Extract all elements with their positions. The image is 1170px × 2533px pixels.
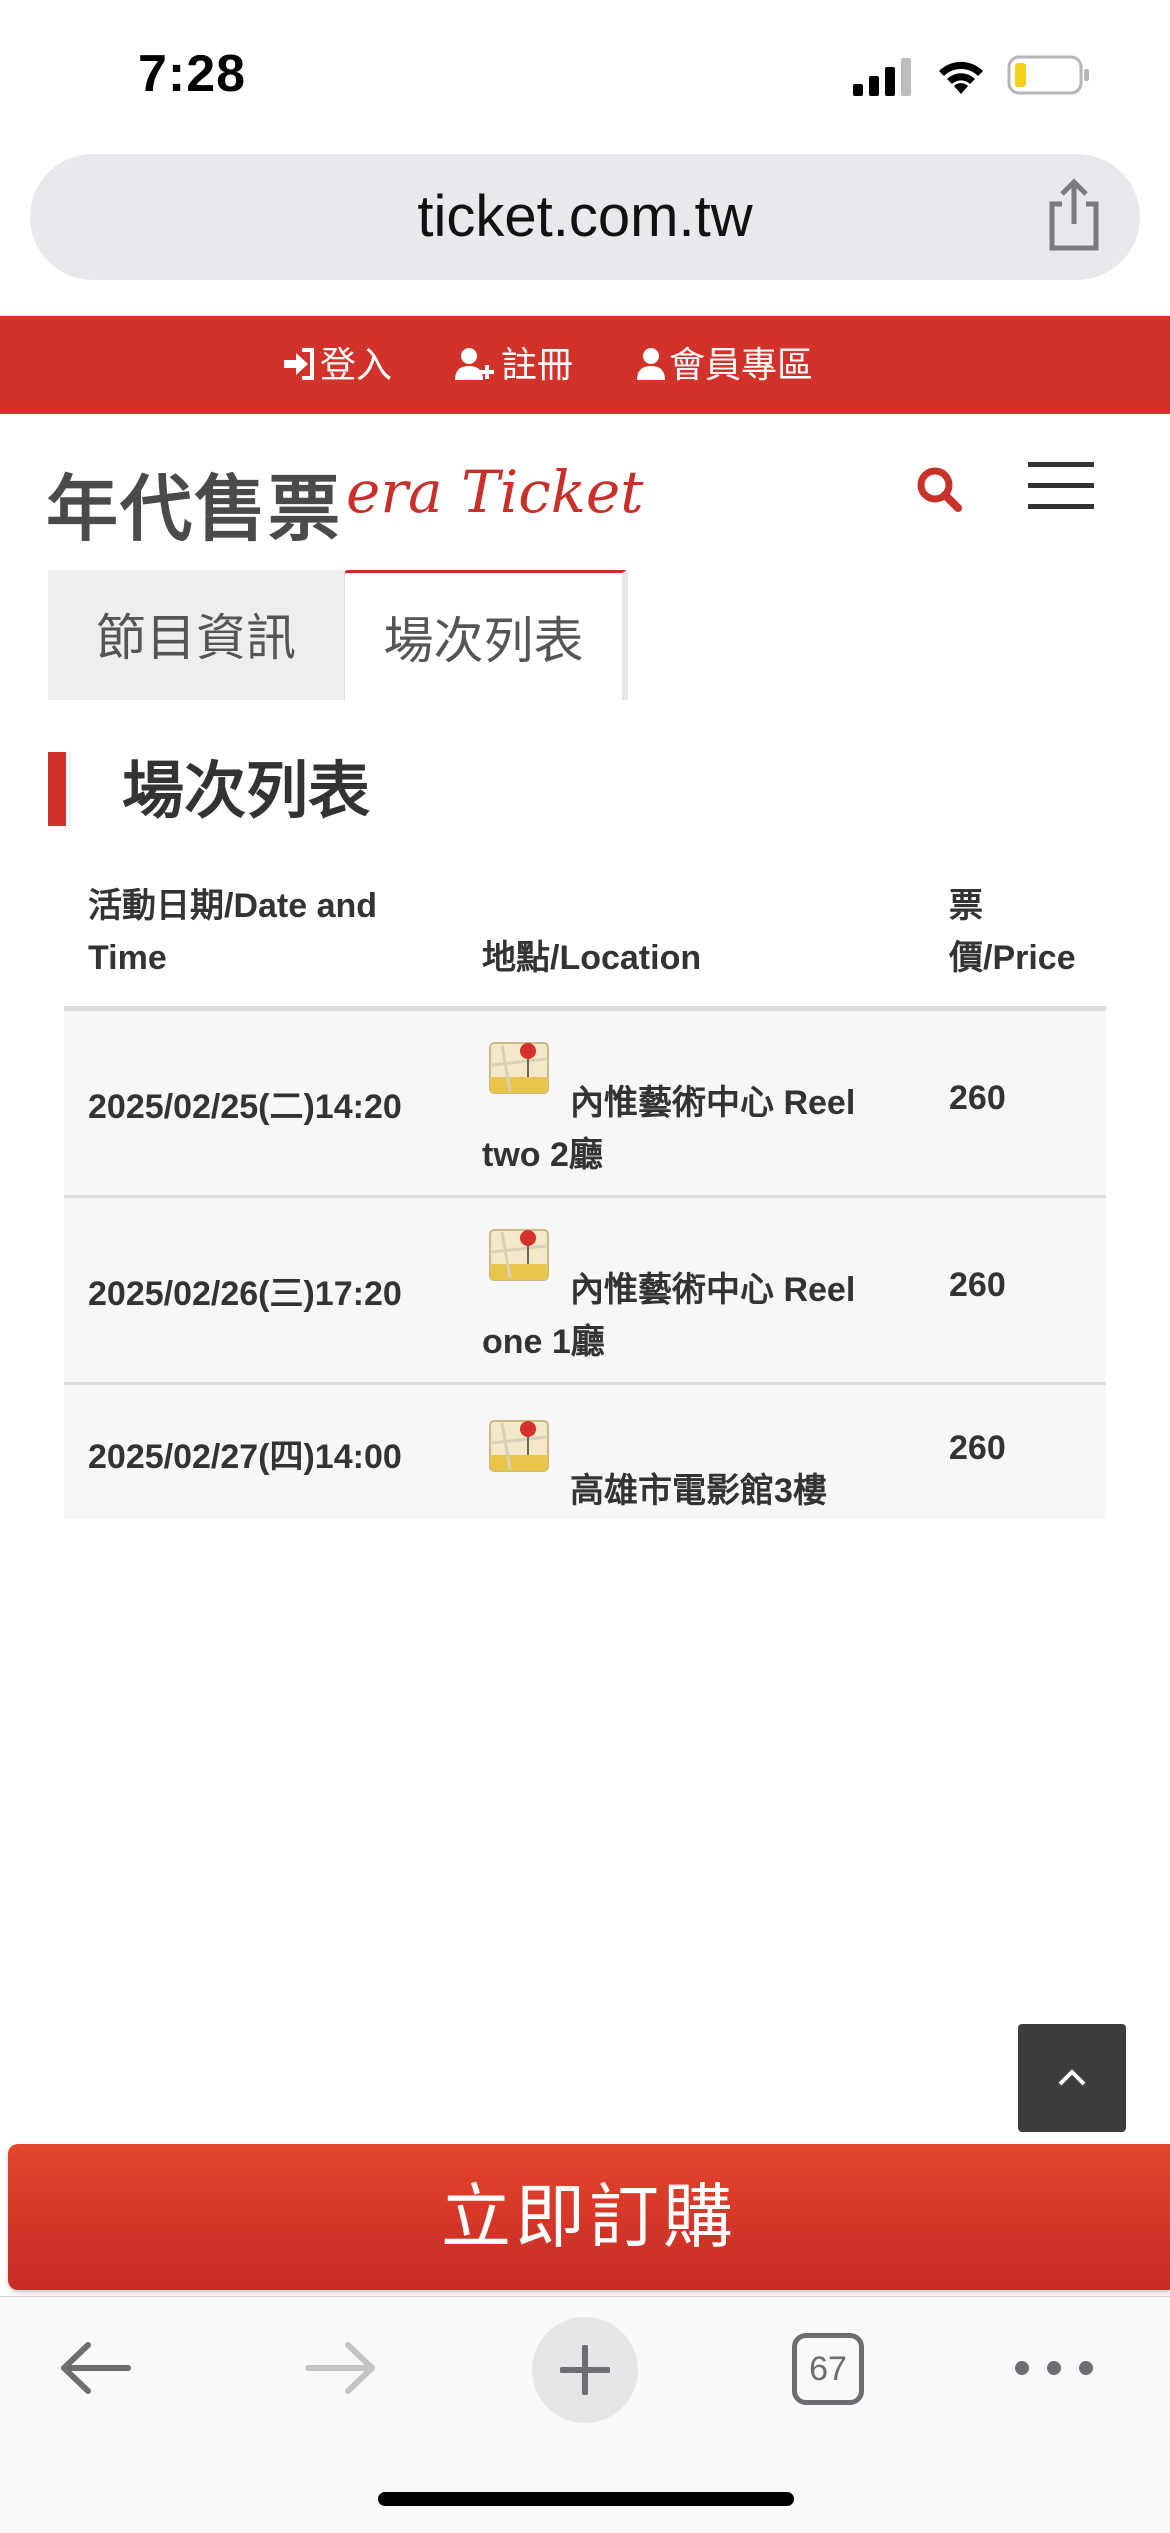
login-label: 登入 <box>320 344 393 385</box>
address-bar[interactable]: ticket.com.tw <box>30 154 1140 280</box>
tab-session-list[interactable]: 場次列表 <box>344 570 628 700</box>
search-icon[interactable] <box>916 466 962 512</box>
section-title: 場次列表 <box>122 757 371 826</box>
chevron-up-icon <box>1058 2069 1086 2086</box>
header-date: 活動日期/Date and Time <box>88 887 378 977</box>
table-header: 活動日期/Date and Time 地點/Location 票價/Price <box>64 870 1106 1011</box>
session-date: 2025/02/25(二)14:20 <box>88 1088 402 1126</box>
section-accent-bar <box>48 752 66 826</box>
map-pin-icon[interactable] <box>488 1224 550 1286</box>
session-date: 2025/02/27(四)14:00 <box>88 1438 402 1476</box>
home-indicator <box>378 2492 794 2506</box>
forward-arrow-icon[interactable] <box>300 2333 380 2403</box>
login-link[interactable]: 登入 <box>282 316 392 414</box>
session-table: 活動日期/Date and Time 地點/Location 票價/Price … <box>64 870 1106 1519</box>
tab-program-info[interactable]: 節目資訊 <box>48 570 344 700</box>
session-location: 內惟藝術中心 Reel <box>570 1271 856 1309</box>
session-location-cont: one 1廳 <box>482 1323 605 1361</box>
url-text[interactable]: ticket.com.tw <box>30 154 1140 280</box>
plus-icon <box>560 2345 610 2395</box>
session-date: 2025/02/26(三)17:20 <box>88 1275 402 1313</box>
signal-icon <box>853 58 911 96</box>
site-logo[interactable]: 年代售票 <box>46 450 342 555</box>
header-price: 票價/Price <box>949 887 1076 977</box>
status-bar: 7:28 <box>0 0 1170 150</box>
session-price: 260 <box>949 1266 1006 1304</box>
session-location: 高雄市電影館3樓 <box>570 1472 827 1510</box>
status-time: 7:28 <box>138 45 247 103</box>
member-area-label: 會員專區 <box>669 344 814 385</box>
map-pin-icon[interactable] <box>488 1415 550 1477</box>
user-icon <box>637 348 665 381</box>
new-tab-button[interactable] <box>532 2317 638 2423</box>
hamburger-menu-icon[interactable] <box>1028 462 1094 510</box>
tab-count-button[interactable]: 67 <box>792 2333 864 2405</box>
register-link[interactable]: 註冊 <box>455 316 573 414</box>
member-bar: 登入 註冊 會員專區 <box>0 316 1170 414</box>
sign-in-icon <box>284 348 314 381</box>
wifi-icon <box>939 61 983 94</box>
session-location-cont: two 2廳 <box>482 1136 603 1174</box>
table-row[interactable]: 2025/02/25(二)14:20 內惟藝術中心 Reel two 2廳 26… <box>64 1011 1106 1198</box>
share-icon[interactable] <box>1042 178 1106 252</box>
session-location: 內惟藝術中心 Reel <box>570 1084 856 1122</box>
member-area-link[interactable]: 會員專區 <box>637 316 813 414</box>
session-price: 260 <box>949 1429 1006 1467</box>
battery-icon <box>1007 55 1089 95</box>
more-dots-icon[interactable] <box>1012 2353 1096 2383</box>
user-plus-icon <box>455 348 494 381</box>
back-arrow-icon[interactable] <box>56 2333 136 2403</box>
table-row[interactable]: 2025/02/27(四)14:00 高雄市電影館3樓 260 <box>64 1385 1106 1519</box>
site-logo-en: era Ticket <box>346 458 644 526</box>
buy-now-button[interactable]: 立即訂購 <box>8 2144 1170 2290</box>
map-pin-icon[interactable] <box>488 1037 550 1099</box>
back-to-top-button[interactable] <box>1018 2024 1126 2132</box>
header-location: 地點/Location <box>482 939 702 977</box>
session-price: 260 <box>949 1079 1006 1117</box>
table-row[interactable]: 2025/02/26(三)17:20 內惟藝術中心 Reel one 1廳 26… <box>64 1198 1106 1385</box>
register-label: 註冊 <box>501 344 574 385</box>
